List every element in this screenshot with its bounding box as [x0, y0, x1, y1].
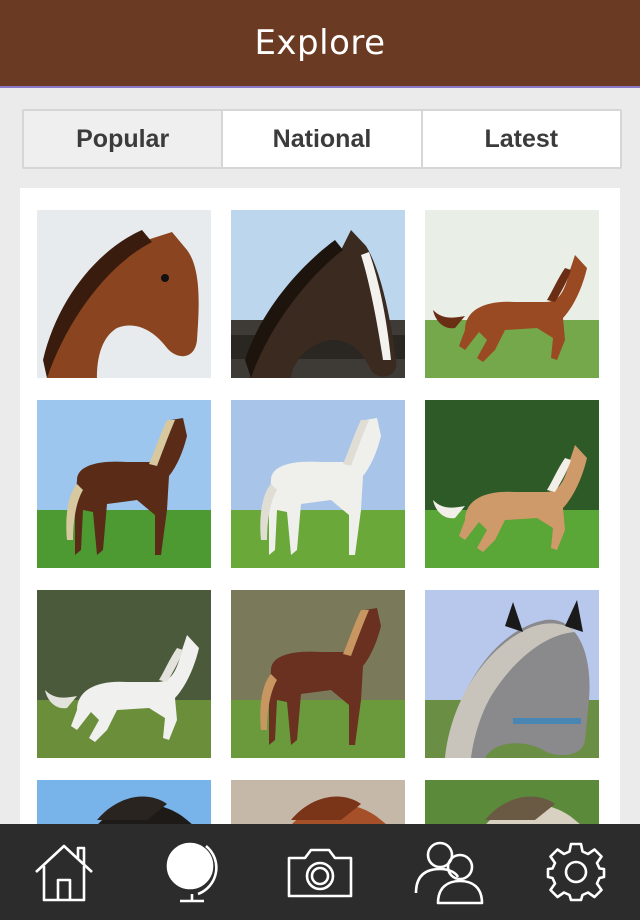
photo-grey-pony-closeup — [425, 590, 599, 758]
camera-tab-button[interactable] — [275, 832, 365, 912]
photo-thumbnail[interactable] — [231, 210, 405, 378]
home-tab-button[interactable] — [19, 832, 109, 912]
page-title: Explore — [254, 23, 386, 63]
photo-black-horse-sky — [37, 780, 211, 828]
globe-icon — [166, 842, 218, 903]
tab-national[interactable]: National — [223, 111, 423, 167]
camera-icon — [287, 848, 353, 898]
photo-appaloosa-field — [425, 780, 599, 828]
photo-white-horse-meadow — [231, 400, 405, 568]
friends-icon — [414, 841, 484, 905]
photo-thumbnail[interactable] — [37, 780, 211, 828]
photo-thumbnail[interactable] — [425, 780, 599, 828]
tab-latest[interactable]: Latest — [423, 111, 620, 167]
photo-bay-standing-field — [37, 400, 211, 568]
photo-thumbnail[interactable] — [37, 210, 211, 378]
explore-tab-button[interactable] — [147, 832, 237, 912]
photo-grid-panel[interactable] — [20, 188, 620, 828]
photo-chestnut-head-portrait — [37, 210, 211, 378]
photo-thumbnail[interactable] — [231, 780, 405, 828]
photo-chestnut-forest — [231, 780, 405, 828]
photo-palomino-running-grass — [425, 400, 599, 568]
nav-bar: Explore — [0, 0, 640, 88]
photo-chestnut-flaxen-trotting — [231, 590, 405, 758]
photo-thumbnail[interactable] — [425, 210, 599, 378]
settings-icon — [546, 842, 606, 902]
home-icon — [35, 844, 93, 902]
explore-segmented-control: Popular National Latest — [22, 109, 622, 169]
settings-tab-button[interactable] — [531, 832, 621, 912]
photo-thumbnail[interactable] — [425, 400, 599, 568]
friends-tab-button[interactable] — [403, 832, 493, 912]
photo-thumbnail[interactable] — [231, 400, 405, 568]
photo-white-horse-rearing-paddock — [37, 590, 211, 758]
photo-thumbnail[interactable] — [231, 590, 405, 758]
tab-popular[interactable]: Popular — [24, 111, 224, 167]
photo-thumbnail[interactable] — [425, 590, 599, 758]
photo-dark-bay-blaze-fence — [231, 210, 405, 378]
photo-chestnut-galloping-blossom — [425, 210, 599, 378]
photo-thumbnail[interactable] — [37, 400, 211, 568]
photo-thumbnail[interactable] — [37, 590, 211, 758]
photo-grid — [37, 210, 599, 828]
bottom-tab-bar — [0, 824, 640, 920]
